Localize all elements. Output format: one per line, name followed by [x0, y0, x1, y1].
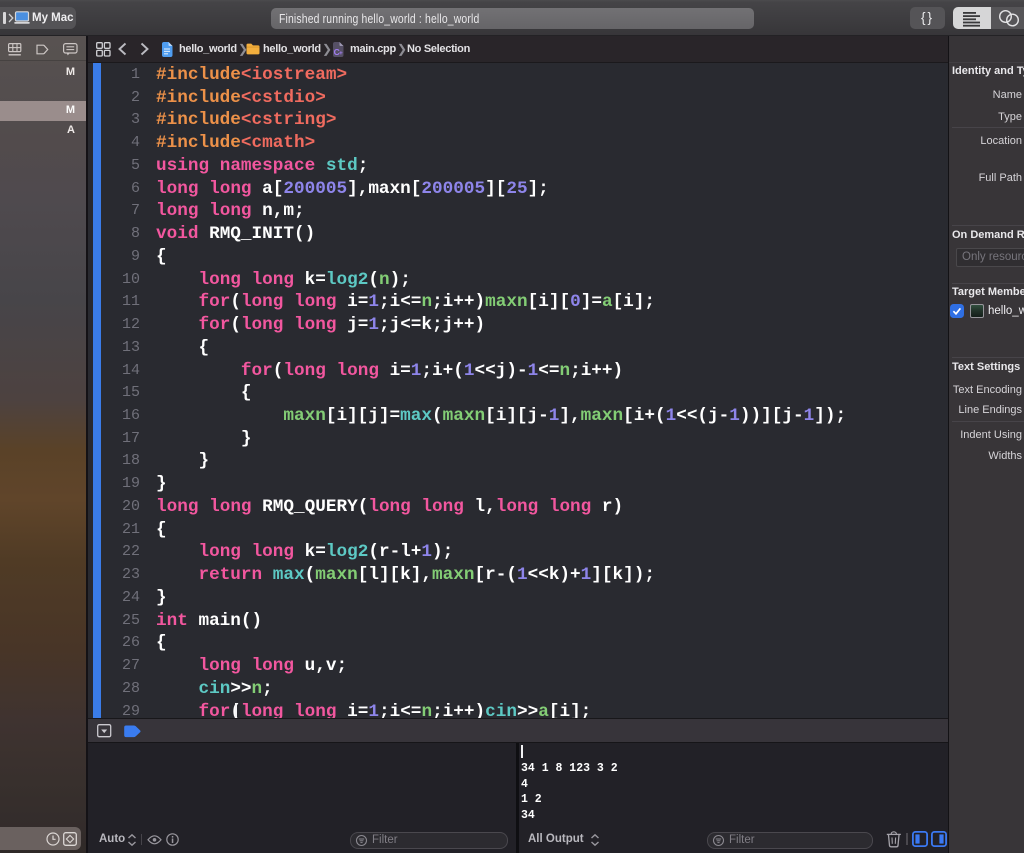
svg-text:+: + [339, 50, 343, 57]
